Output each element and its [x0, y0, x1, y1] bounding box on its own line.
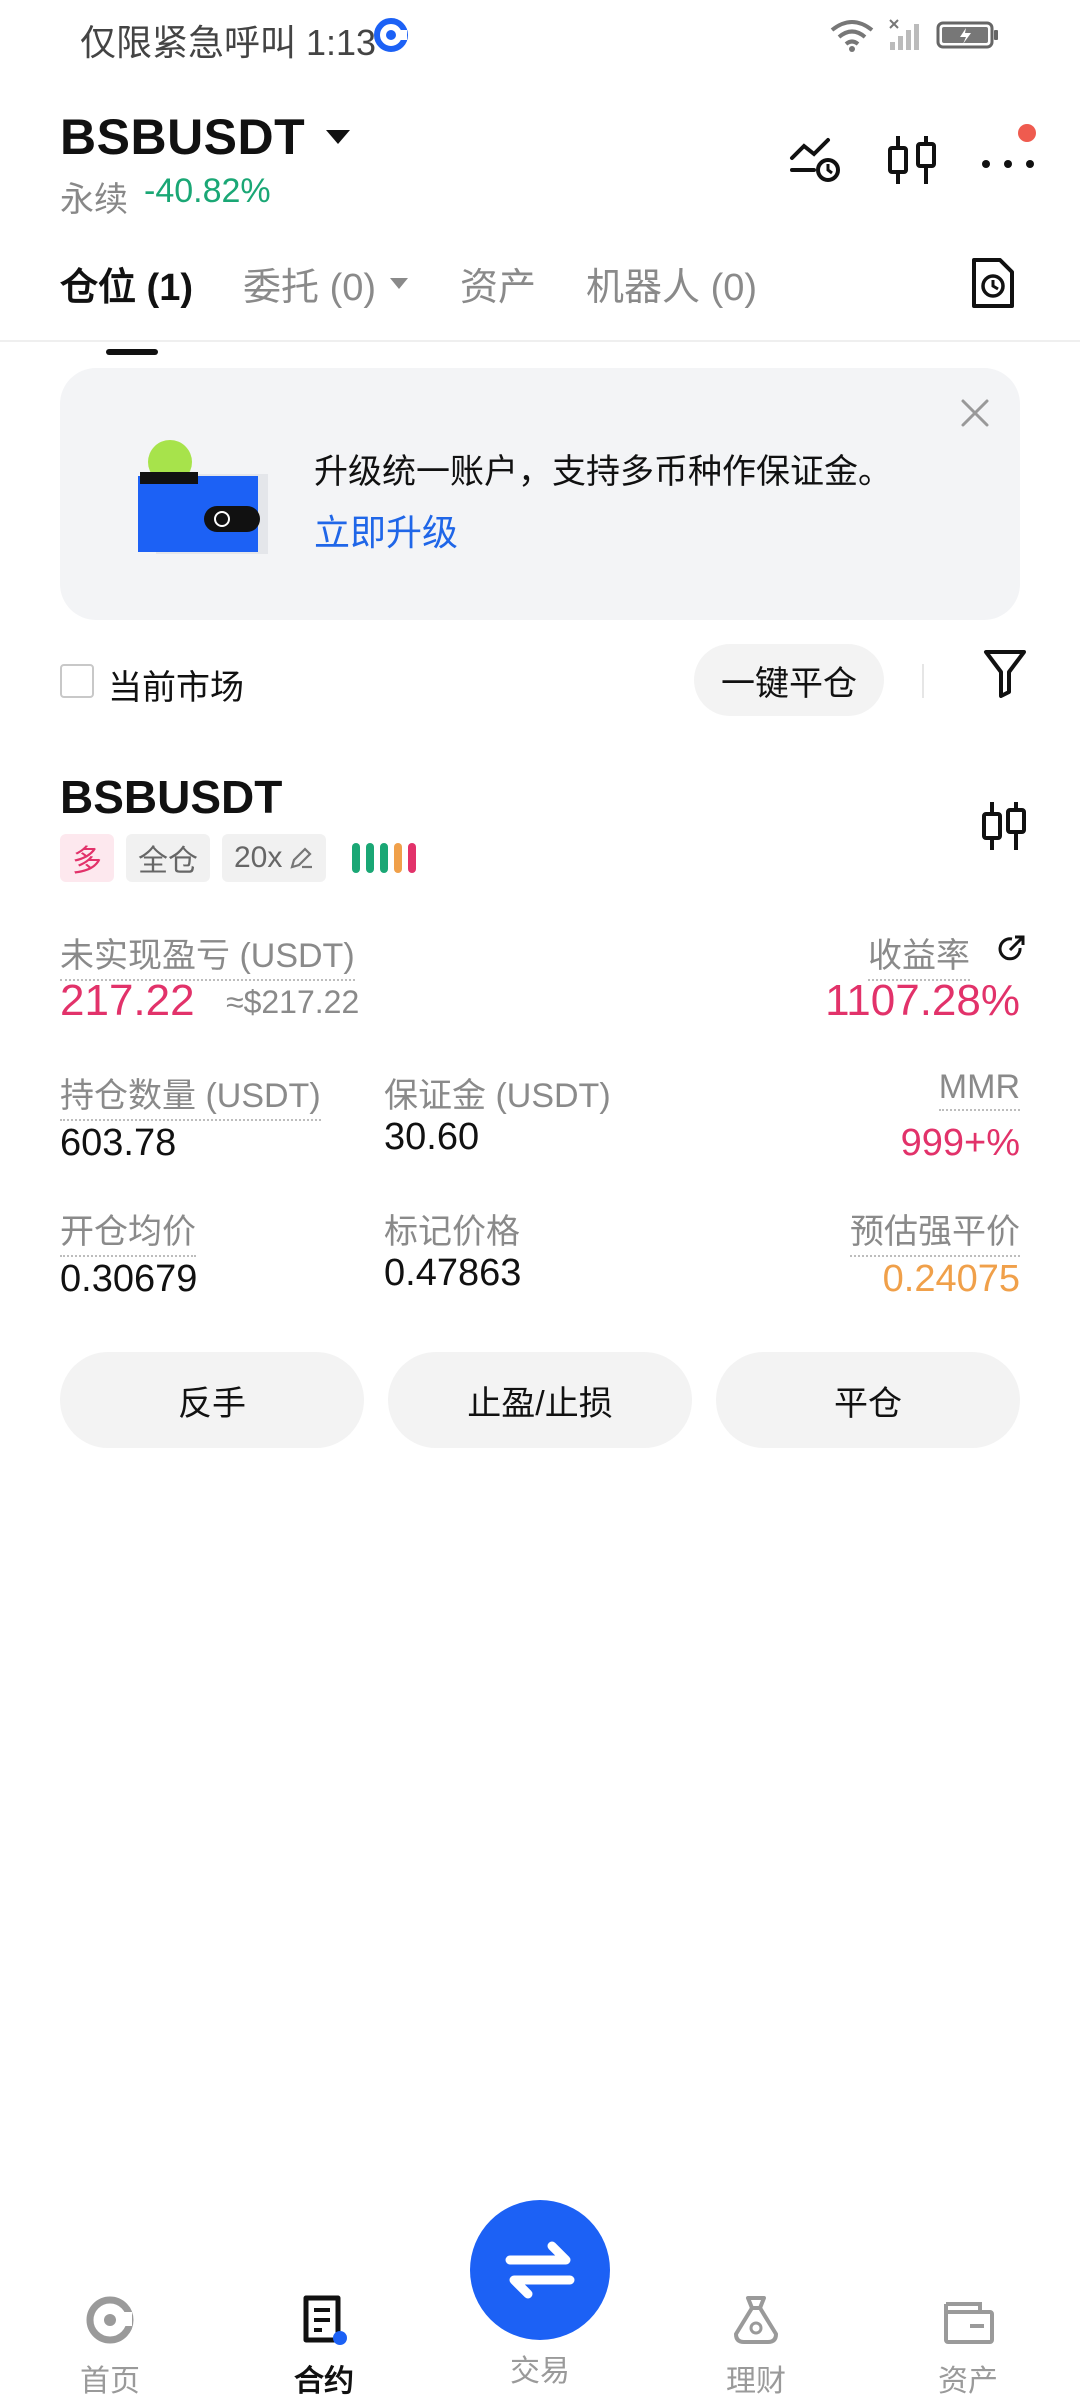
adl-bar: [394, 843, 403, 873]
order-history-icon[interactable]: [970, 256, 1016, 310]
leverage-value: 20x: [234, 841, 283, 874]
position-tabs: 仓位 (1) 委托 (0) 资产 机器人 (0): [60, 256, 807, 355]
entry-price-label[interactable]: 开仓均价: [60, 1204, 196, 1257]
nav-trade-label: 交易: [510, 2355, 570, 2388]
close-position-button[interactable]: 平仓: [716, 1352, 1020, 1448]
futures-icon: [303, 2295, 347, 2345]
liquidation-price-value: 0.24075: [882, 1258, 1020, 1300]
signal-icon: [889, 19, 919, 50]
price-change-pct: -40.82%: [144, 172, 271, 210]
candlestick-chart-button[interactable]: [884, 132, 940, 188]
nav-assets-label: 资产: [938, 2365, 998, 2398]
nav-home-label: 首页: [80, 2365, 140, 2398]
tabs-divider: [0, 340, 1080, 342]
entry-price-value: 0.30679: [60, 1258, 198, 1300]
tab-assets-label: 资产: [460, 267, 537, 309]
candlestick-icon[interactable]: [980, 798, 1028, 854]
nav-futures-label: 合约: [294, 2365, 354, 2398]
pair-dropdown-caret-icon[interactable]: [324, 128, 352, 148]
close-all-button[interactable]: 一键平仓: [694, 644, 884, 716]
side-badge: 多: [60, 834, 114, 882]
carrier-logo-icon: [374, 18, 408, 52]
edit-pencil-icon: [290, 847, 313, 869]
upgrade-banner[interactable]: 升级统一账户，支持多币种作保证金。 立即升级: [60, 368, 1020, 620]
unrealized-pnl-value: 217.22: [60, 976, 195, 1025]
margin-mode-badge: 全仓: [126, 834, 210, 882]
divider: [922, 664, 924, 698]
leverage-badge[interactable]: 20x: [222, 834, 327, 882]
perpetual-label: 永续: [60, 181, 128, 219]
liquidation-price-label[interactable]: 预估强平价: [850, 1204, 1020, 1257]
adl-bar: [352, 843, 361, 873]
unrealized-pnl-label[interactable]: 未实现盈亏 (USDT): [60, 928, 355, 981]
banner-message: 升级统一账户，支持多币种作保证金。: [314, 453, 892, 491]
trade-button[interactable]: [470, 2200, 610, 2340]
status-icons: [830, 18, 1000, 52]
wallet-icon: [944, 2302, 994, 2344]
tab-orders-label: 委托 (0): [243, 267, 377, 309]
mark-price-value: 0.47863: [384, 1252, 522, 1294]
share-icon[interactable]: [996, 934, 1026, 964]
reverse-button[interactable]: 反手: [60, 1352, 364, 1448]
tab-orders[interactable]: 委托 (0): [243, 256, 410, 311]
tab-positions-label: 仓位 (1): [60, 267, 194, 309]
roi-value: 1107.28%: [825, 976, 1020, 1025]
mark-price-label: 标记价格: [384, 1213, 520, 1251]
tp-sl-button[interactable]: 止盈/止损: [388, 1352, 692, 1448]
current-market-label[interactable]: 当前市场: [108, 660, 244, 709]
tab-assets[interactable]: 资产: [460, 256, 536, 311]
tab-positions[interactable]: 仓位 (1): [60, 256, 194, 355]
position-symbol[interactable]: BSBUSDT: [60, 770, 282, 824]
close-icon[interactable]: [960, 398, 990, 428]
nav-earn[interactable]: 理财: [696, 2290, 816, 2400]
adl-bar: [380, 843, 389, 873]
wifi-icon: [830, 20, 874, 52]
nav-home[interactable]: 首页: [50, 2290, 170, 2400]
roi-label[interactable]: 收益率: [868, 928, 970, 981]
position-tags: 多 全仓 20x: [60, 834, 417, 882]
battery-icon: [936, 21, 998, 49]
more-menu-button[interactable]: [980, 124, 1036, 188]
pair-title[interactable]: BSBUSDT: [60, 108, 305, 166]
filter-icon[interactable]: [982, 648, 1028, 698]
mmr-value: 999+%: [900, 1122, 1020, 1164]
tab-bots[interactable]: 机器人 (0): [586, 256, 757, 311]
more-dots-icon: [982, 160, 1034, 168]
nav-assets[interactable]: 资产: [908, 2290, 1028, 2400]
current-market-checkbox[interactable]: [60, 664, 94, 698]
swap-arrows-icon: [505, 2241, 575, 2299]
status-text: 仅限紧急呼叫 1:13: [80, 22, 377, 63]
candlestick-icon: [888, 136, 936, 184]
unrealized-pnl-usd: ≈$217.22: [226, 984, 360, 1020]
adl-bar: [408, 843, 417, 873]
upgrade-now-link[interactable]: 立即升级: [314, 504, 458, 556]
earn-bag-icon: [734, 2296, 778, 2344]
active-tab-indicator: [106, 349, 158, 355]
adl-indicator: [352, 843, 417, 873]
margin-value: 30.60: [384, 1116, 480, 1158]
wallet-illustration-icon: [138, 440, 268, 554]
tab-bots-label: 机器人 (0): [586, 267, 758, 309]
nav-earn-label: 理财: [726, 2365, 786, 2398]
price-alert-button[interactable]: [788, 132, 844, 188]
nav-futures[interactable]: 合约: [264, 2290, 384, 2400]
header-actions: [788, 124, 1036, 188]
status-bar: 仅限紧急呼叫 1:13: [0, 0, 1080, 80]
mmr-label[interactable]: MMR: [938, 1068, 1020, 1111]
position-size-label[interactable]: 持仓数量 (USDT): [60, 1068, 321, 1121]
price-alert-icon: [790, 138, 840, 182]
chevron-down-icon: [390, 277, 409, 289]
position-size-value: 603.78: [60, 1122, 177, 1164]
adl-bar: [366, 843, 375, 873]
home-icon: [86, 2296, 134, 2344]
margin-label: 保证金 (USDT): [384, 1077, 611, 1115]
notification-dot: [1018, 124, 1036, 142]
